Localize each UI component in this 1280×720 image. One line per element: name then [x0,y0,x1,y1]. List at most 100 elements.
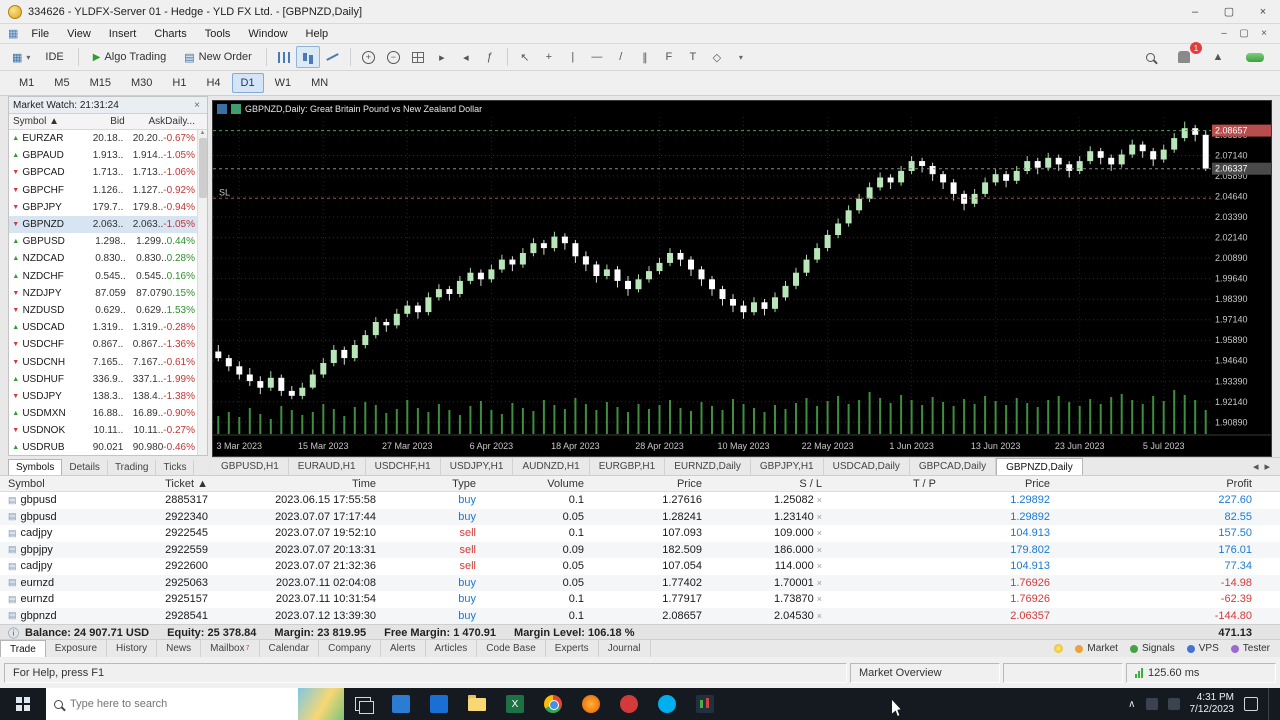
market-watch-tab-symbols[interactable]: Symbols [8,459,63,475]
scroll-left-icon[interactable]: ◂ [1253,460,1259,473]
market-watch-row[interactable]: ▲ EURZAR 20.18.. 20.20.. -0.67% [9,130,207,147]
toolbox-button-signals[interactable]: Signals [1129,643,1175,654]
column-header-symbol[interactable]: Symbol ▲ [9,116,80,127]
toolbox-tab-exposure[interactable]: Exposure [46,640,108,657]
market-watch-row[interactable]: ▲ NZDCHF 0.545.. 0.545.. 0.16% [9,268,207,285]
trade-row[interactable]: ▤ eurnzd 2925063 2023.07.11 02:04:08 buy 0.05… [0,574,1280,591]
toolbox-button-market[interactable]: Market [1075,643,1118,654]
chart-tab-gbpjpy-h1[interactable]: GBPJPY,H1 [751,458,824,475]
algo-trading-button[interactable]: ▶ Algo Trading [84,46,175,68]
market-watch-row[interactable]: ▼ USDNOK 10.11.. 10.11.. -0.27% [9,422,207,439]
taskbar-clock[interactable]: 4:31 PM 7/12/2023 [1190,692,1235,717]
toolbox-button-tester[interactable]: Tester [1230,643,1270,654]
menu-file[interactable]: File [22,26,58,42]
taskbar-widget-thumbnail[interactable] [298,688,344,720]
vertical-line-button[interactable]: | [561,46,585,68]
remove-sl-icon[interactable]: × [817,545,822,555]
timeframe-mn[interactable]: MN [302,73,337,93]
taskbar-app-opera[interactable] [610,688,648,720]
candlestick-type-button[interactable] [295,46,320,68]
community-button[interactable]: ▲ [1206,46,1230,68]
chart-tab-eurgbp-h1[interactable]: EURGBP,H1 [590,458,666,475]
toolbox-tab-mailbox[interactable]: Mailbox 7 [201,640,260,657]
toolbox-tab-news[interactable]: News [157,640,202,657]
trade-column-header-2[interactable]: Time [208,478,376,490]
remove-sl-icon[interactable]: × [817,512,822,522]
toolbox-tab-alerts[interactable]: Alerts [381,640,426,657]
remove-sl-icon[interactable]: × [817,495,822,505]
chart-tab-gbpcad-daily[interactable]: GBPCAD,Daily [910,458,997,475]
crosshair-tool-button[interactable]: + [537,46,561,68]
new-chart-button[interactable]: ▦ ▾ [6,46,36,68]
remove-sl-icon[interactable]: × [817,578,822,588]
taskbar-app-chrome[interactable] [534,688,572,720]
menu-tools[interactable]: Tools [196,26,240,42]
market-watch-row[interactable]: ▲ USDCAD 1.319.. 1.319.. -0.28% [9,319,207,336]
timeframe-m30[interactable]: M30 [122,73,161,93]
market-watch-tab-ticks[interactable]: Ticks [156,460,195,475]
timeframe-m1[interactable]: M1 [10,73,43,93]
auto-scroll-button[interactable]: ▸ [430,46,454,68]
toolbox-tab-company[interactable]: Company [319,640,381,657]
market-watch-row[interactable]: ▲ USDRUB 90.021 90.980 -0.46% [9,439,207,455]
ide-button[interactable]: IDE [36,46,72,68]
trade-column-header-0[interactable]: Symbol [0,478,118,490]
toolbox-tab-journal[interactable]: Journal [599,640,651,657]
taskbar-app-firefox[interactable] [572,688,610,720]
menu-charts[interactable]: Charts [145,26,195,42]
toolbox-tab-experts[interactable]: Experts [546,640,599,657]
search-button[interactable] [1138,46,1162,68]
toolbox-button-vps[interactable]: VPS [1186,643,1219,654]
bar-chart-type-button[interactable] [272,46,296,68]
trade-row[interactable]: ▤ cadjpy 2922600 2023.07.07 21:32:36 sell 0.0… [0,558,1280,575]
close-button[interactable]: × [1246,0,1280,23]
remove-sl-icon[interactable]: × [817,594,822,604]
candlestick-chart[interactable]: 2.083902.071402.058902.046402.033902.021… [213,117,1271,456]
trade-row[interactable]: ▤ gbpusd 2885317 2023.06.15 17:55:58 buy 0.1 1… [0,492,1280,509]
taskbar-app-teams[interactable] [382,688,420,720]
trade-column-header-6[interactable]: S / L [702,478,822,490]
column-header-ask[interactable]: Ask [125,116,166,127]
market-watch-row[interactable]: ▼ GBPNZD 2.063.. 2.063.. -1.05% [9,215,207,234]
tray-volume-icon[interactable] [1167,698,1180,710]
text-tool-button[interactable]: T [681,46,705,68]
notification-center-icon[interactable] [1244,697,1258,711]
market-watch-row[interactable]: ▼ USDCNH 7.165.. 7.167.. -0.61% [9,353,207,370]
maximize-button[interactable]: ▢ [1212,0,1246,23]
cursor-tool-button[interactable]: ↖ [513,46,537,68]
chart-tab-usdchf-h1[interactable]: USDCHF,H1 [366,458,441,475]
connection-status-button[interactable] [1240,46,1270,68]
timeframe-w1[interactable]: W1 [266,73,301,93]
menu-insert[interactable]: Insert [100,26,146,42]
lightbulb-icon[interactable] [1054,644,1064,653]
scroll-right-icon[interactable]: ▸ [1264,460,1270,473]
market-watch-row[interactable]: ▼ USDJPY 138.3.. 138.4.. -1.38% [9,388,207,405]
market-watch-row[interactable]: ▲ GBPAUD 1.913.. 1.914.. -1.05% [9,147,207,164]
status-latency-segment[interactable]: 125.60 ms [1126,662,1276,683]
trade-column-header-4[interactable]: Volume [476,478,584,490]
tray-chevron-icon[interactable]: ∧ [1128,699,1135,710]
trade-column-header-1[interactable]: Ticket ▲ [118,478,208,490]
toolbox-tab-articles[interactable]: Articles [426,640,478,657]
market-watch-scrollbar[interactable]: ▲ [197,130,207,455]
market-watch-tab-trading[interactable]: Trading [108,460,157,475]
zoom-in-button[interactable]: + [356,46,381,68]
market-watch-row[interactable]: ▲ USDMXN 16.88.. 16.89.. -0.90% [9,405,207,422]
market-watch-row[interactable]: ▲ GBPUSD 1.298.. 1.299.. 0.44% [9,233,207,250]
menu-window[interactable]: Window [239,26,296,42]
task-view-button[interactable] [344,688,382,720]
objects-dropdown-button[interactable]: ▾ [729,46,753,68]
trade-column-header-8[interactable]: Price [936,478,1050,490]
indicators-button[interactable]: ƒ [478,46,502,68]
minimize-button[interactable]: – [1178,0,1212,23]
toolbox-tab-code-base[interactable]: Code Base [477,640,546,657]
remove-sl-icon[interactable]: × [817,561,822,571]
horizontal-line-button[interactable]: — [585,46,609,68]
shapes-button[interactable]: ◇ [705,46,729,68]
chart-tab-euraud-h1[interactable]: EURAUD,H1 [289,458,366,475]
channel-button[interactable]: ∥ [633,46,657,68]
show-desktop-button[interactable] [1268,688,1272,720]
market-watch-row[interactable]: ▼ GBPJPY 179.7.. 179.8.. -0.94% [9,199,207,216]
market-watch-row[interactable]: ▲ USDHUF 336.9.. 337.1.. -1.99% [9,371,207,388]
child-restore-button[interactable]: ▢ [1234,26,1254,42]
